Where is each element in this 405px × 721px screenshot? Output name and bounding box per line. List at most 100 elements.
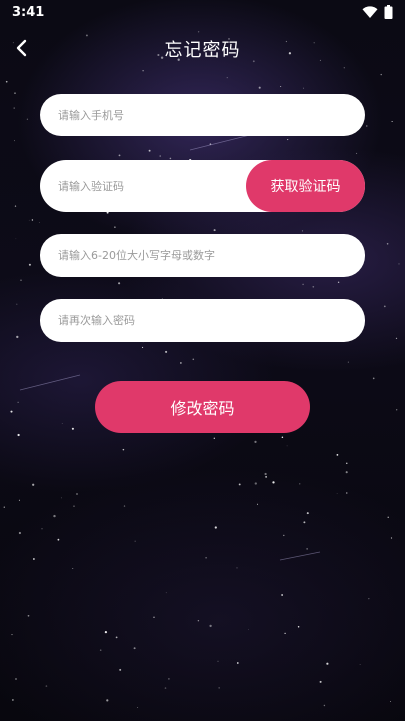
- star: [303, 521, 306, 524]
- star: [18, 531, 21, 535]
- password-input[interactable]: [40, 234, 365, 277]
- star: [359, 664, 361, 666]
- star: [119, 668, 122, 671]
- password-field: [40, 234, 365, 277]
- star: [257, 503, 258, 505]
- star: [164, 687, 167, 689]
- star: [312, 285, 315, 288]
- star: [123, 505, 126, 507]
- star: [386, 243, 389, 245]
- light-streak: [279, 551, 321, 561]
- star: [118, 282, 121, 285]
- star: [213, 437, 215, 439]
- star: [61, 423, 63, 424]
- star: [18, 499, 20, 501]
- star: [137, 707, 139, 708]
- star: [26, 118, 29, 120]
- star: [165, 350, 168, 353]
- star: [303, 87, 305, 89]
- star: [323, 704, 326, 707]
- star: [214, 526, 217, 529]
- star: [16, 303, 18, 305]
- star: [118, 154, 121, 157]
- verification-code-input[interactable]: [40, 160, 245, 212]
- star: [390, 701, 391, 703]
- star: [41, 528, 43, 530]
- star: [71, 427, 74, 430]
- star: [265, 476, 267, 478]
- star: [142, 70, 144, 72]
- phone-input[interactable]: [40, 94, 365, 136]
- wifi-icon: [362, 5, 378, 18]
- star: [368, 598, 370, 600]
- star: [31, 219, 34, 221]
- star: [20, 279, 22, 281]
- star: [236, 662, 239, 664]
- star: [12, 699, 14, 701]
- get-code-button[interactable]: 获取验证码: [246, 160, 365, 212]
- star: [236, 567, 238, 569]
- star: [60, 497, 62, 499]
- star: [17, 401, 19, 403]
- change-password-button[interactable]: 修改密码: [95, 381, 310, 433]
- star: [14, 92, 16, 94]
- star: [395, 337, 398, 340]
- star: [287, 139, 289, 141]
- star: [390, 537, 393, 539]
- star: [153, 616, 155, 619]
- phone-field: [40, 94, 365, 136]
- star: [3, 506, 5, 508]
- star: [73, 505, 75, 507]
- star: [106, 699, 109, 702]
- star: [226, 77, 228, 79]
- star: [254, 482, 257, 485]
- star: [16, 335, 19, 339]
- star: [301, 230, 304, 232]
- star: [14, 140, 15, 142]
- star: [142, 346, 144, 348]
- light-streak: [189, 134, 251, 151]
- star: [180, 362, 182, 364]
- status-time: 3:41: [12, 4, 45, 20]
- star: [372, 377, 375, 380]
- star: [165, 592, 167, 594]
- star: [45, 685, 48, 687]
- star: [11, 634, 13, 636]
- star: [133, 647, 136, 650]
- status-bar: 3:41: [0, 0, 405, 24]
- star: [280, 86, 282, 87]
- star: [281, 436, 284, 439]
- star: [345, 471, 348, 474]
- star: [197, 619, 200, 622]
- star: [258, 86, 261, 89]
- star: [217, 660, 219, 662]
- code-field: 获取验证码: [40, 160, 365, 212]
- page-title: 忘记密码: [164, 40, 241, 61]
- star: [398, 263, 400, 265]
- star: [13, 107, 15, 109]
- confirm-password-field: [40, 299, 365, 342]
- star: [122, 448, 125, 451]
- star: [387, 516, 389, 518]
- star: [272, 481, 275, 484]
- star: [57, 538, 60, 541]
- star: [114, 226, 116, 228]
- confirm-password-input[interactable]: [40, 299, 365, 342]
- star: [10, 410, 13, 413]
- star: [346, 492, 348, 494]
- star: [38, 222, 40, 223]
- star: [76, 493, 78, 495]
- star: [15, 238, 17, 240]
- star: [319, 680, 322, 683]
- star: [254, 440, 257, 444]
- star: [53, 514, 56, 518]
- star: [168, 678, 170, 680]
- status-icons: [362, 5, 393, 19]
- star: [356, 152, 358, 154]
- star: [238, 483, 241, 486]
- star: [284, 632, 286, 635]
- star: [5, 80, 8, 83]
- star: [347, 361, 349, 363]
- star: [306, 512, 309, 515]
- nav-bar: 忘记密码: [0, 28, 405, 68]
